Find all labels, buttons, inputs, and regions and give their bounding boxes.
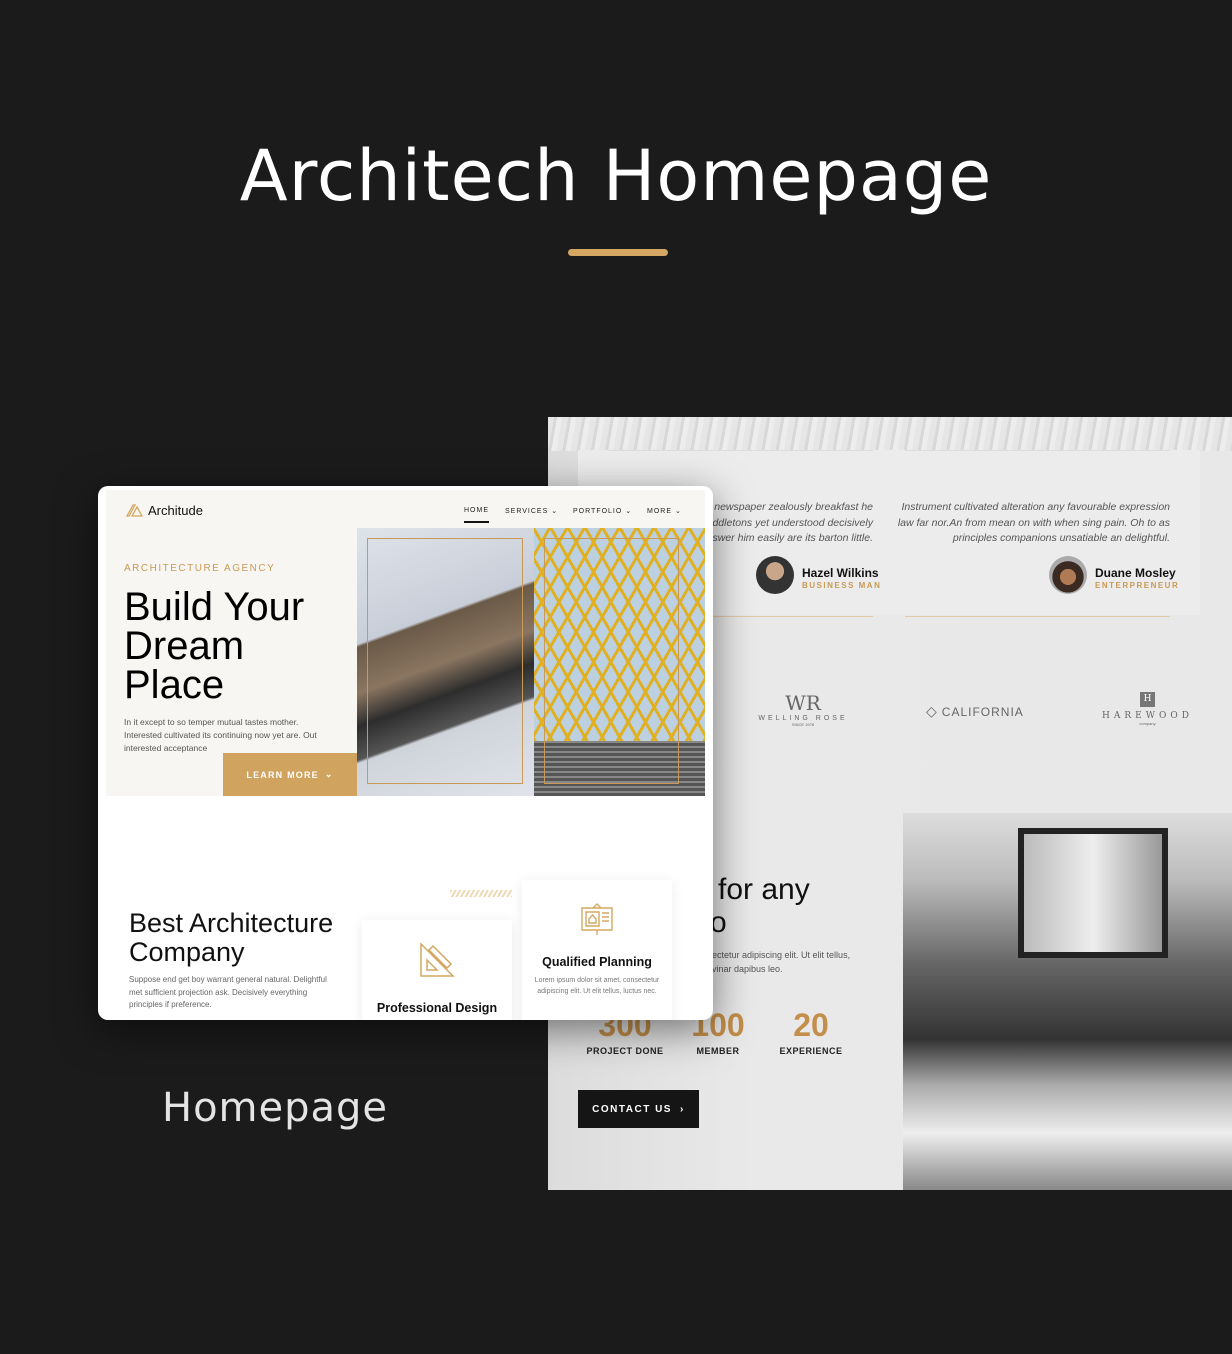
hero-eyebrow: ARCHITECTURE AGENCY <box>124 563 276 574</box>
title-line: Best Architecture <box>129 908 334 938</box>
logo-name: WELLING ROSE <box>758 715 848 722</box>
chevron-down-icon: ⌄ <box>625 508 633 515</box>
nav-portfolio[interactable]: PORTFOLIO ⌄ <box>573 507 632 515</box>
divider <box>905 616 1170 617</box>
logo-welling-rose: WR WELLING ROSE SINCE 1978 <box>758 691 848 727</box>
logo-mark: WR <box>785 691 821 715</box>
stat-label: MEMBER <box>696 1046 740 1056</box>
testimonial-name: Duane Mosley <box>1095 566 1176 580</box>
card-title: Qualified Planning <box>542 955 652 969</box>
title-underline <box>568 249 668 256</box>
hero-text: In it except to so temper mutual tastes … <box>124 717 317 753</box>
hero-title-line: Dream <box>124 624 245 668</box>
navbar: Architude HOME SERVICES ⌄ PORTFOLIO ⌄ MO… <box>106 490 705 528</box>
caption: Homepage <box>162 1085 389 1131</box>
diamond-icon: ◇ <box>926 703 938 719</box>
logo-california: ◇ CALIFORNIA <box>926 703 1026 720</box>
gold-frame <box>367 538 523 784</box>
card-title: Professional Design <box>376 1001 498 1015</box>
nav-services[interactable]: SERVICES ⌄ <box>505 507 558 515</box>
section-text: ectetur adipiscing elit. Ut elit tellus,… <box>712 948 850 976</box>
card-text: Lorem ipsum dolor sit amet, consectetur … <box>534 977 660 995</box>
building-photo <box>357 528 534 796</box>
section-title: Best Architecture Company <box>129 909 333 967</box>
testimonial-quote: Instrument cultivated alteration any fav… <box>897 501 1170 544</box>
blueprint-board-icon <box>581 903 613 935</box>
brand-logo[interactable]: Architude <box>126 503 203 518</box>
gold-frame <box>544 538 679 784</box>
learn-more-button[interactable]: LEARN MORE ⌄ <box>223 753 357 796</box>
avatar <box>756 556 794 594</box>
office-photo <box>903 813 1232 1190</box>
feature-card-design: Professional Design <box>362 920 512 1020</box>
hero-title-line: Build Your <box>124 585 305 629</box>
page-title: Architech Homepage <box>239 135 993 217</box>
hero-section: ARCHITECTURE AGENCY Build Your Dream Pla… <box>106 528 357 796</box>
button-label: LEARN MORE <box>246 769 319 780</box>
section-text: Suppose end get boy warrant general natu… <box>129 975 327 1009</box>
testimonial-role: ENTERPRENEUR <box>1095 581 1180 590</box>
section-heading: for any <box>718 873 810 906</box>
nav-label: MORE <box>647 508 672 515</box>
logo-name: HAREWOOD <box>1102 711 1193 721</box>
decorative-stripes <box>450 890 512 897</box>
logo-sub: company <box>1139 721 1156 726</box>
front-screenshot: Architude HOME SERVICES ⌄ PORTFOLIO ⌄ MO… <box>98 486 713 1020</box>
logo-name: CALIFORNIA <box>941 704 1024 719</box>
button-label: CONTACT US <box>592 1103 672 1115</box>
stat-experience: 20 EXPERIENCE <box>761 1007 861 1056</box>
ruler-triangle-icon <box>420 942 455 977</box>
hero-title: Build Your Dream Place <box>124 585 305 707</box>
logo-mark: H <box>1140 692 1155 707</box>
logo-harewood: H HAREWOOD company <box>1100 692 1195 726</box>
testimonial-name: Hazel Wilkins <box>802 566 879 580</box>
chevron-down-icon: ⌄ <box>551 508 559 515</box>
text-line: ectetur adipiscing elit. Ut elit tellus, <box>712 950 851 960</box>
nav-label: SERVICES <box>505 508 549 515</box>
logo-icon <box>126 504 143 517</box>
divider <box>608 450 873 451</box>
stat-label: EXPERIENCE <box>779 1046 843 1056</box>
chevron-down-icon: ⌄ <box>324 769 334 779</box>
stat-label: PROJECT DONE <box>586 1046 664 1056</box>
text-line: vinar dapibus leo. <box>712 964 783 974</box>
testimonial-role: BUSINESS MAN <box>802 581 882 590</box>
logo-sub: SINCE 1978 <box>791 722 815 727</box>
brand-name: Architude <box>148 503 203 518</box>
chevron-right-icon: › <box>679 1103 685 1115</box>
feature-card-planning: Qualified Planning Lorem ipsum dolor sit… <box>522 880 672 1020</box>
texture-strip <box>548 417 1232 451</box>
hero-title-line: Place <box>124 663 225 707</box>
testimonial-quote: ed newspaper zealously breakfast he midd… <box>699 501 873 544</box>
contact-us-button[interactable]: CONTACT US › <box>578 1090 699 1128</box>
nav-home[interactable]: HOME <box>464 507 489 523</box>
divider <box>905 450 1170 451</box>
title-line: Company <box>129 937 245 967</box>
staircase-photo <box>534 528 705 796</box>
avatar <box>1049 556 1087 594</box>
glass-room <box>1018 828 1168 958</box>
nav-label: PORTFOLIO <box>573 508 623 515</box>
chevron-down-icon: ⌄ <box>674 508 682 515</box>
stat-value: 20 <box>793 1007 829 1043</box>
nav-more[interactable]: MORE ⌄ <box>647 507 682 515</box>
